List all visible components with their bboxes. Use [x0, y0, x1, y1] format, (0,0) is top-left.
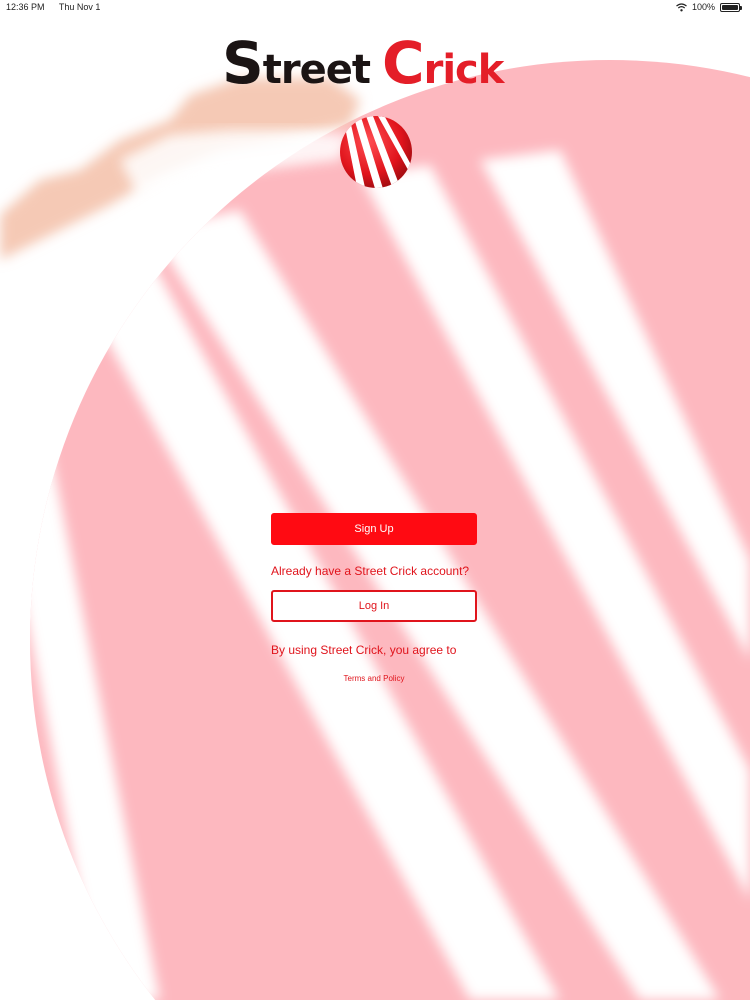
account-prompt-text: Already have a Street Crick account? — [271, 564, 470, 578]
auth-actions: Sign Up Already have a Street Crick acco… — [271, 513, 477, 683]
battery-percentage: 100% — [691, 2, 715, 12]
battery-icon — [720, 2, 742, 12]
street-crick-welcome-screen: 12:36 PM Thu Nov 1 100% Street Crick Sig… — [0, 0, 750, 1000]
status-date: Thu Nov 1 — [58, 2, 101, 12]
terms-and-policy-link[interactable]: Terms and Policy — [271, 674, 477, 683]
cricket-ball-logo-icon — [340, 116, 412, 188]
status-left: 12:36 PM Thu Nov 1 — [6, 2, 112, 12]
status-time: 12:36 PM — [6, 2, 45, 12]
wifi-icon — [676, 2, 687, 11]
street-crick-logo: Street Crick — [222, 29, 504, 97]
sign-up-button[interactable]: Sign Up — [271, 513, 477, 545]
logo-word-crick: Crick — [382, 29, 504, 97]
status-bar: 12:36 PM Thu Nov 1 100% — [0, 0, 750, 16]
logo-word-street: Street — [222, 29, 371, 97]
agreement-text: By using Street Crick, you agree to — [271, 643, 457, 657]
status-right: 100% — [676, 2, 742, 12]
log-in-button[interactable]: Log In — [271, 590, 477, 622]
battery-level-fill — [722, 4, 738, 10]
